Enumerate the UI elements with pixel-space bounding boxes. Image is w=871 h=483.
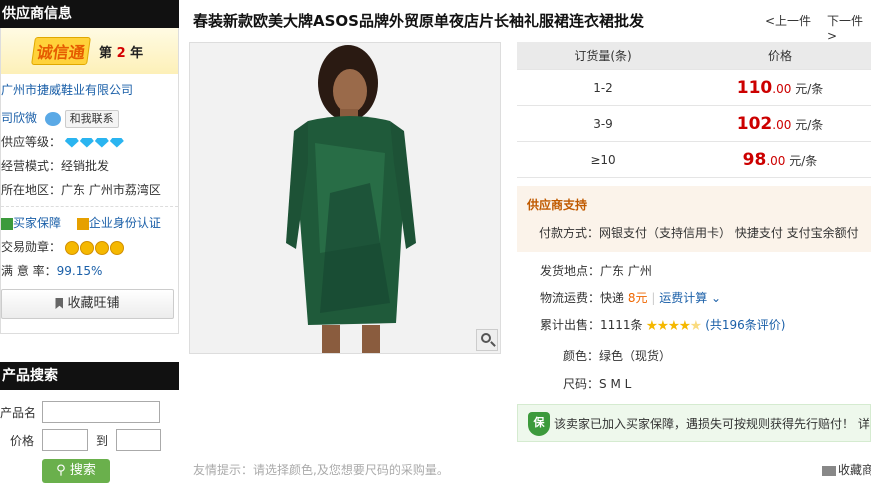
freight-amount: 8元 — [627, 291, 648, 305]
price-row: 价格 到 — [0, 426, 179, 454]
favorite-shop-button[interactable]: 收藏旺铺 — [1, 289, 174, 319]
star-icon — [690, 320, 702, 331]
contact-name[interactable]: 司欣微 — [1, 111, 37, 125]
price-max-input[interactable] — [116, 429, 161, 451]
chengxintong-logo: 诚信通 — [31, 37, 91, 65]
product-photo[interactable] — [189, 42, 501, 354]
satisfaction-value[interactable]: 99.15% — [57, 264, 103, 278]
supply-level-row: 供应等级： — [1, 130, 178, 154]
medal-icon — [94, 240, 109, 255]
medal-icon — [64, 240, 79, 255]
search-header: 产品搜索 — [0, 362, 179, 390]
folder-icon — [822, 465, 836, 476]
location-row: 所在地区：广东 广州市荔湾区 — [1, 183, 161, 197]
divider — [1, 206, 178, 207]
freight-row: 物流运费：快递 8元 | 运费计算 ⌄ — [540, 291, 722, 305]
enterprise-verify-link[interactable]: 企业身份认证 — [89, 216, 161, 230]
reviews-link[interactable]: (共196条评价) — [705, 318, 785, 332]
contact-row: 司欣微 和我联系 — [1, 106, 178, 130]
diamond-icon — [79, 137, 94, 148]
next-item-link[interactable]: 下一件> — [827, 12, 871, 43]
diamond-icon — [109, 137, 124, 148]
color-row: 颜色：绿色（现货） — [563, 349, 672, 363]
sold-row: 累计出售：1111条 (共196条评价) — [540, 318, 786, 332]
price-table: 订货量(条) 价格 1-2 110.00 元/条 3-9 102.00 元/条 … — [517, 42, 871, 178]
star-icon — [668, 320, 680, 331]
supplier-panel: 供应商信息 诚信通 第 2 年 广州市捷威鞋业有限公司 司欣微 和我联系 供应等… — [0, 0, 179, 334]
medal-row: 交易勋章： — [1, 235, 178, 259]
search-icon: ⚲ — [56, 463, 66, 478]
company-link[interactable]: 广州市捷威鞋业有限公司 — [1, 78, 178, 102]
diamond-icon — [64, 137, 79, 148]
supplier-header: 供应商信息 — [0, 0, 179, 28]
guarantee-text: 该卖家已加入买家保障，遇损失可按规则获得先行赔付！ 详 — [554, 417, 870, 431]
star-icon — [646, 320, 658, 331]
verify-icon — [76, 217, 89, 230]
buyer-protection-link[interactable]: 买家保障 — [13, 216, 61, 230]
shield-icon: 保 — [528, 412, 550, 436]
bookmark-icon — [55, 298, 64, 309]
price-min-input[interactable] — [42, 429, 88, 451]
buyer-guarantee-banner: 保 该卖家已加入买家保障，遇损失可按规则获得先行赔付！ 详 — [517, 404, 871, 442]
zoom-button[interactable] — [476, 329, 498, 351]
price-label: 价格 — [10, 433, 35, 448]
tier-price: 98.00 元/条 — [742, 149, 818, 170]
dress-model-image — [190, 43, 500, 353]
chevron-down-icon[interactable]: ⌄ — [711, 291, 721, 305]
qty-range: ≥10 — [590, 152, 616, 167]
payment-methods: 付款方式：网银支付（支持信用卡） 快捷支付 支付宝余额付 — [539, 226, 859, 240]
order-hint: 友情提示：请选择颜色,及您想要尺码的采购量。 — [193, 463, 449, 477]
search-button[interactable]: ⚲ 搜索 — [42, 459, 110, 483]
wangwang-icon[interactable] — [44, 111, 61, 126]
price-table-header: 订货量(条) 价格 — [517, 42, 871, 70]
to-label: 到 — [95, 433, 108, 448]
business-model-row: 经营模式：经销批发 — [1, 159, 110, 173]
product-name-input[interactable] — [42, 401, 160, 423]
star-icon — [679, 320, 691, 331]
supplier-support-box: 供应商支持 付款方式：网银支付（支持信用卡） 快捷支付 支付宝余额付 — [517, 186, 871, 252]
prev-item-link[interactable]: <上一件 — [765, 12, 811, 29]
collect-product-link[interactable]: 收藏商 — [822, 461, 871, 478]
qty-range: 1-2 — [593, 80, 613, 95]
freight-calc-link[interactable]: 运费计算 — [659, 291, 707, 305]
medal-icon — [109, 240, 124, 255]
diamond-icon — [94, 137, 109, 148]
supplier-support-title: 供应商支持 — [527, 198, 588, 212]
medal-icon — [79, 240, 94, 255]
product-title: 春装新款欧美大牌ASOS品牌外贸原单夜店片长袖礼服裙连衣裙批发 — [193, 12, 644, 30]
supplier-box: 诚信通 第 2 年 广州市捷威鞋业有限公司 司欣微 和我联系 供应等级： 经营模… — [0, 28, 179, 334]
color-option[interactable]: 绿色（现货） — [599, 349, 671, 363]
contact-button[interactable]: 和我联系 — [64, 110, 119, 128]
membership-years: 第 2 年 — [99, 45, 144, 61]
chengxintong-badge: 诚信通 第 2 年 — [1, 28, 178, 74]
size-options[interactable]: S M L — [599, 377, 631, 391]
tier-price: 110.00 元/条 — [736, 77, 824, 98]
price-column-header: 价格 — [767, 49, 792, 63]
star-icon — [657, 320, 669, 331]
qty-range: 3-9 — [593, 116, 613, 131]
magnifier-handle — [490, 341, 496, 347]
name-row: 产品名 — [0, 398, 179, 426]
name-label: 产品名 — [0, 405, 37, 420]
size-row: 尺码：S M L — [563, 377, 632, 391]
certification-row: 买家保障 企业身份认证 — [1, 211, 178, 235]
price-row: 3-9 102.00 元/条 — [517, 106, 871, 142]
ship-from-row: 发货地点：广东 广州 — [540, 264, 652, 278]
price-row: 1-2 110.00 元/条 — [517, 70, 871, 106]
price-row: ≥10 98.00 元/条 — [517, 142, 871, 178]
protect-icon — [1, 217, 13, 230]
product-search-panel: 产品搜索 产品名 价格 到 — [0, 362, 179, 454]
tier-price: 102.00 元/条 — [736, 113, 824, 134]
satisfaction-row: 满 意 率：99.15% — [1, 264, 103, 278]
qty-column-header: 订货量(条) — [574, 49, 632, 63]
